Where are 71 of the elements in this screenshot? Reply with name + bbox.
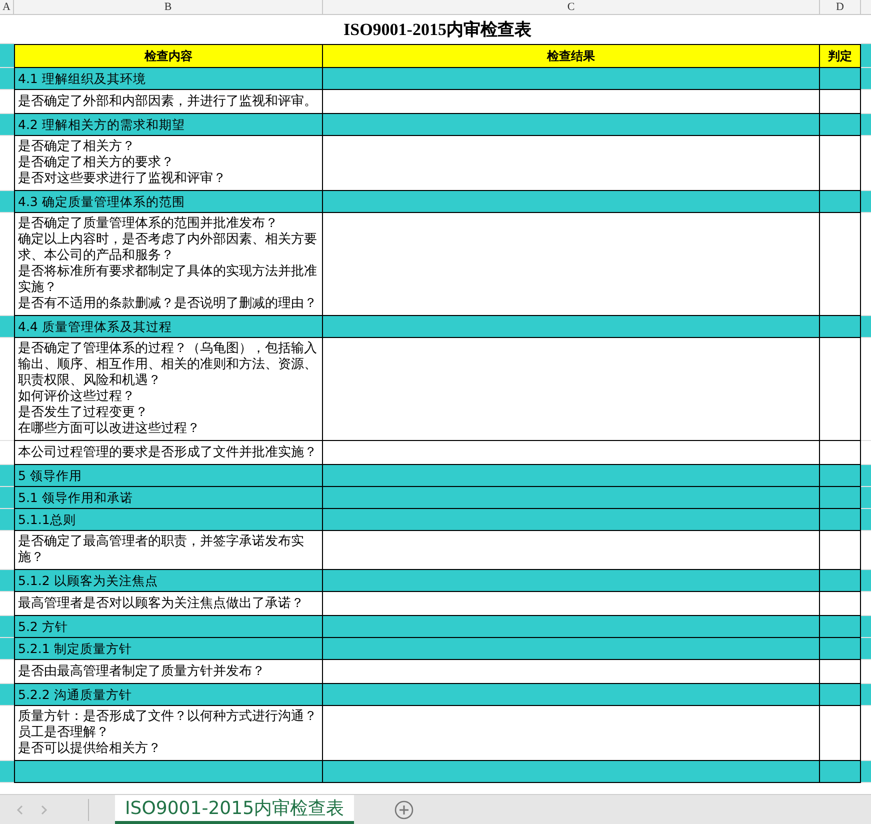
scroll-left-icon[interactable] xyxy=(16,804,24,814)
section-heading-cell: 5.1.1总则 xyxy=(14,509,323,531)
sheet-cell[interactable] xyxy=(0,616,14,638)
question-text: 是否有不适用的条款删减？是否说明了删减的理由？ xyxy=(18,296,318,312)
section-heading-cell: 5.2 方针 xyxy=(14,616,323,638)
section-heading-cell: 4.2 理解相关方的需求和期望 xyxy=(14,114,323,136)
sheet-cell[interactable] xyxy=(861,570,871,592)
section-heading-cell: 5.1.2 以顾客为关注焦点 xyxy=(14,570,323,592)
sheet-title: ISO9001-2015内审检查表 xyxy=(342,19,532,41)
question-cell[interactable]: 是否确定了管理体系的过程？（乌龟图），包括输入输出、顺序、相互作用、相关的准则和方法、资源、职责权限、风险和机遇？ 如何评价这些过程？ 是否发生了过程变更？ 在哪些方面可以改进这些过程？ xyxy=(14,338,323,441)
sheet-cell[interactable] xyxy=(861,487,871,509)
section-heading-cell: 5.2.1 制定质量方针 xyxy=(14,638,323,660)
sheet-cell[interactable] xyxy=(861,316,871,338)
section-heading-cell: 5 领导作用 xyxy=(14,465,323,487)
section-heading-cell: 4.1 理解组织及其环境 xyxy=(14,68,323,90)
judgement-cell[interactable] xyxy=(820,338,861,441)
add-sheet-icon[interactable] xyxy=(394,800,414,820)
question-text: 是否由最高管理者制定了质量方针并发布？ xyxy=(18,664,266,680)
question-text: 是否确定了最高管理者的职责，并签字承诺发布实施？ xyxy=(18,534,305,566)
column-header[interactable]: D xyxy=(820,0,861,14)
column-heading: 检查内容 xyxy=(14,44,323,68)
column-heading: 判定 xyxy=(820,44,861,68)
question-text: 最高管理者是否对以顾客为关注焦点做出了承诺？ xyxy=(18,596,305,612)
sheet-cell[interactable] xyxy=(0,684,14,706)
sheet-cell[interactable] xyxy=(861,114,871,136)
question-text: 是否发生了过程变更？ xyxy=(18,405,149,421)
sheet-cell[interactable] xyxy=(861,684,871,706)
question-text: 确定以上内容时，是否考虑了内外部因素、相关方要求、本公司的产品和服务？ xyxy=(18,232,318,264)
sheet-cell[interactable] xyxy=(861,616,871,638)
question-text: 是否对这些要求进行了监视和评审？ xyxy=(18,171,227,187)
sheet-cell[interactable] xyxy=(861,68,871,90)
sheet-cell[interactable] xyxy=(0,44,14,68)
section-heading-cell: 5.2.2 沟通质量方针 xyxy=(14,684,323,706)
sheet-cell[interactable] xyxy=(0,638,14,660)
question-text: 质量方针：是否形成了文件？以何种方式进行沟通？ xyxy=(18,709,318,725)
sheet-cell[interactable] xyxy=(861,465,871,487)
sheet-cell[interactable] xyxy=(0,487,14,509)
column-header[interactable]: C xyxy=(323,0,820,14)
result-cell[interactable] xyxy=(323,338,820,441)
column-header[interactable]: B xyxy=(14,0,323,14)
question-text: 本公司过程管理的要求是否形成了文件并批准实施？ xyxy=(18,444,318,460)
sheet-cell[interactable] xyxy=(0,509,14,531)
question-text: 是否可以提供给相关方？ xyxy=(18,741,162,757)
sheet-cell[interactable] xyxy=(0,191,14,213)
question-text: 是否确定了管理体系的过程？（乌龟图），包括输入输出、顺序、相互作用、相关的准则和方法、资源、职责权限、风险和机遇？ xyxy=(18,341,318,389)
sheet-cell[interactable] xyxy=(861,638,871,660)
sheet-cell[interactable] xyxy=(0,570,14,592)
column-heading: 检查结果 xyxy=(323,44,820,68)
sheet-cell[interactable] xyxy=(0,761,14,783)
question-text: 是否确定了相关方？ xyxy=(18,139,136,155)
column-header[interactable]: A xyxy=(0,0,14,14)
section-heading-cell: 4.3 确定质量管理体系的范围 xyxy=(14,191,323,213)
question-text: 是否确定了质量管理体系的范围并批准发布？ xyxy=(18,216,279,232)
sheet-cell[interactable] xyxy=(0,316,14,338)
question-text: 是否确定了外部和内部因素，并进行了监视和评审。 xyxy=(18,94,318,110)
section-heading-cell: 5.1 领导作用和承诺 xyxy=(14,487,323,509)
question-text: 在哪些方面可以改进这些过程？ xyxy=(18,421,201,437)
scroll-right-icon[interactable] xyxy=(40,804,48,814)
question-text: 员工是否理解？ xyxy=(18,725,110,741)
sheet-cell[interactable] xyxy=(861,191,871,213)
sheet-cell[interactable] xyxy=(861,509,871,531)
question-text: 是否将标准所有要求都制定了具体的实现方法并批准实施？ xyxy=(18,264,318,296)
sheet-cell[interactable] xyxy=(0,68,14,90)
sheet-cell[interactable] xyxy=(861,761,871,783)
sheet-cell[interactable] xyxy=(861,44,871,68)
question-text: 是否确定了相关方的要求？ xyxy=(18,155,175,171)
section-heading-cell: 4.4 质量管理体系及其过程 xyxy=(14,316,323,338)
sheet-cell[interactable] xyxy=(0,114,14,136)
question-text: 如何评价这些过程？ xyxy=(18,389,136,405)
sheet-tab[interactable]: ISO9001-2015内审检查表 xyxy=(115,795,354,824)
sheet-cell[interactable] xyxy=(0,465,14,487)
